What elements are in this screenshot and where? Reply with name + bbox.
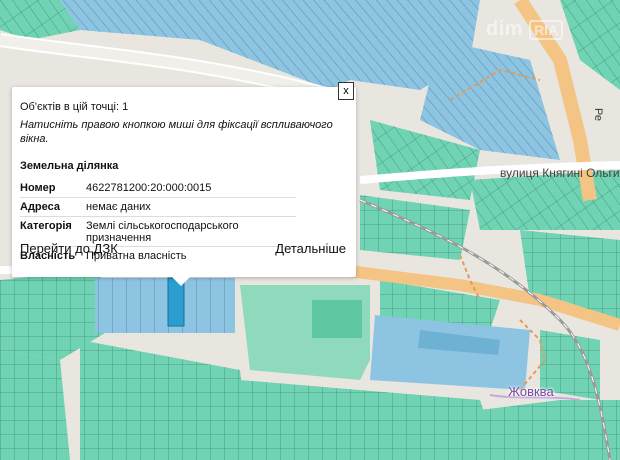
objects-count: Об'єктів в цій точці: 1 (20, 101, 129, 113)
river-label: Жовква (508, 384, 554, 399)
dimria-watermark: dim RIA (486, 18, 564, 41)
section-title: Земельна ділянка (20, 160, 119, 172)
watermark-text-b: RIA (529, 19, 564, 40)
parcel-info-popup: x Об'єктів в цій точці: 1 Натисніть прав… (12, 82, 356, 277)
attr-value: 4622781200:20:000:0015 (86, 179, 296, 198)
attr-label: Адреса (20, 197, 86, 217)
attr-value: немає даних (86, 197, 296, 217)
popup-pointer (172, 277, 190, 286)
popup-actions: Перейти до ДЗК Детальніше (20, 241, 346, 256)
attr-label: Номер (20, 179, 86, 198)
road-label: Ре (592, 108, 604, 121)
attr-row-address: Адреса немає даних (20, 197, 296, 217)
attr-row-number: Номер 4622781200:20:000:0015 (20, 179, 296, 198)
go-to-dzk-button[interactable]: Перейти до ДЗК (20, 241, 118, 256)
street-label: вулиця Княгині Ольги (500, 166, 620, 180)
popup-hint: Натисніть правою кнопкою миші для фіксац… (20, 119, 333, 145)
details-button[interactable]: Детальніше (275, 241, 346, 256)
close-popup-button[interactable]: x (338, 82, 354, 100)
watermark-text-a: dim (486, 18, 524, 40)
